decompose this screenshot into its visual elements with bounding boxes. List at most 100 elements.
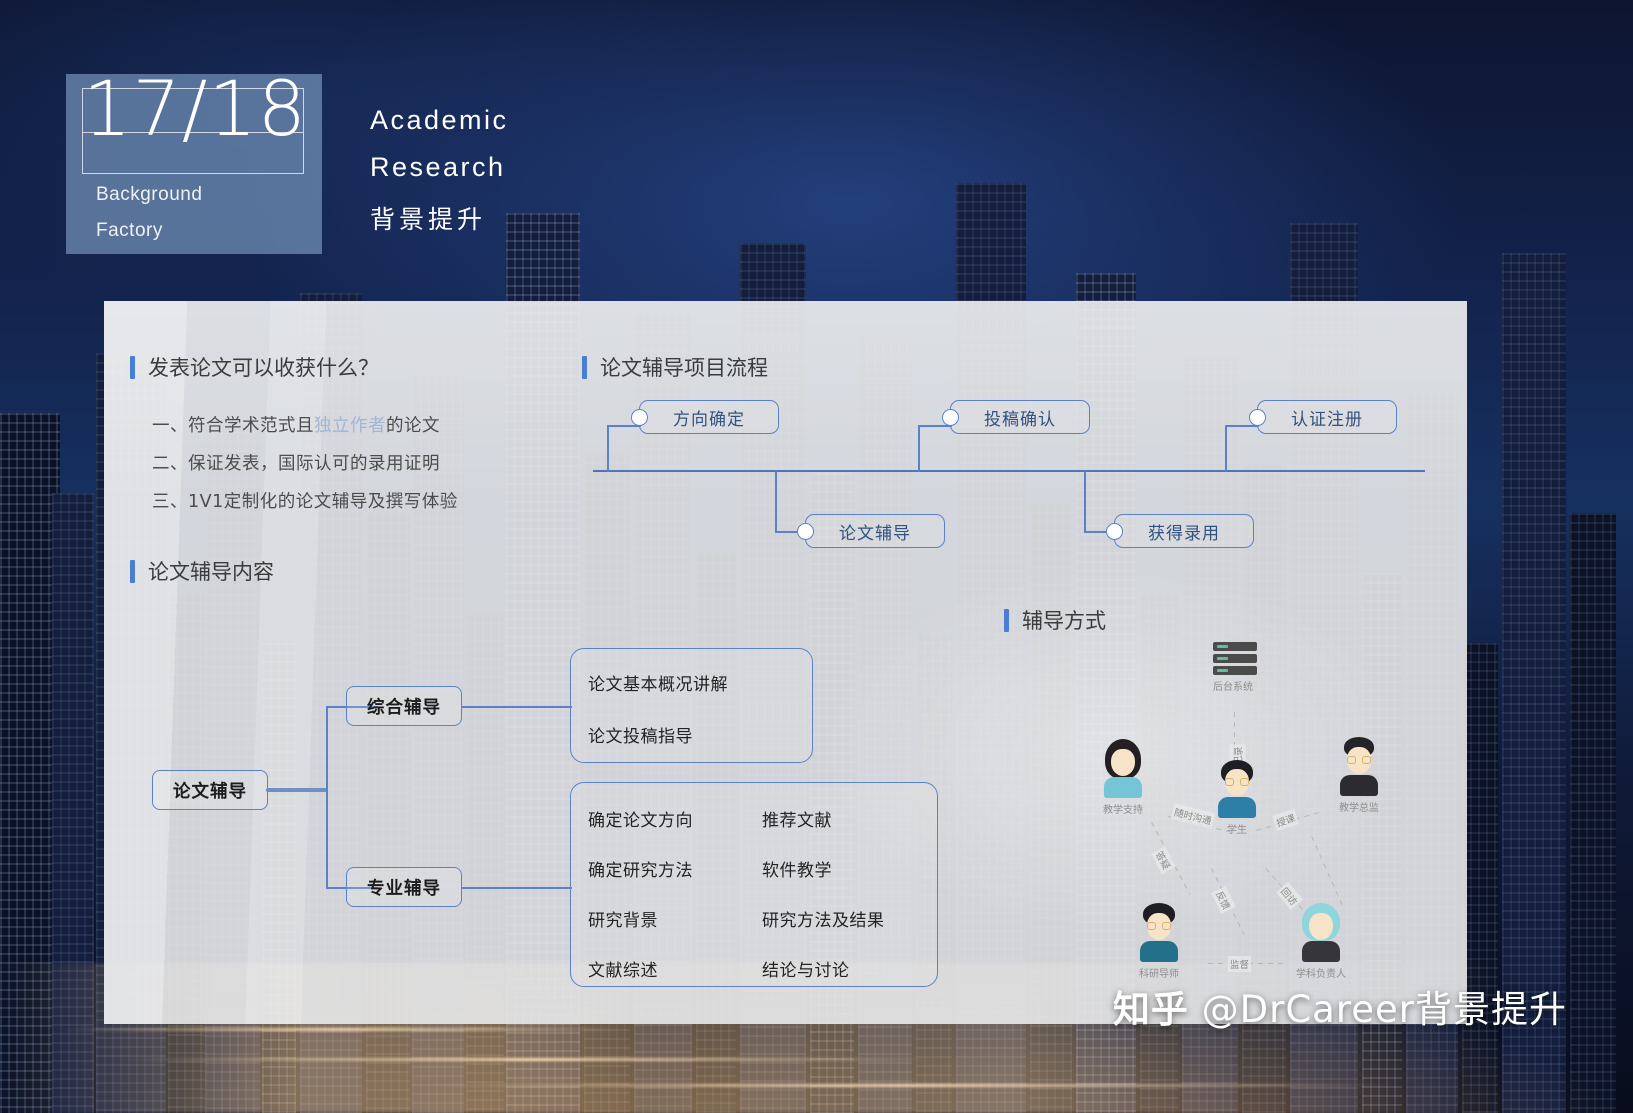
- flow-connector: [775, 471, 777, 532]
- avatar-body: [1104, 777, 1142, 798]
- mindmap-item: 推荐文献: [762, 811, 832, 831]
- server-icon: 后台系统: [1213, 642, 1257, 693]
- avatar-glasses: [1225, 778, 1234, 786]
- flow-node-5[interactable]: 获得录用: [1114, 514, 1254, 548]
- bullet-suffix: 的论文: [386, 416, 440, 436]
- mindmap-spine: [326, 706, 328, 888]
- streak-line: [120, 1058, 940, 1061]
- mindmap-section-heading: 论文辅导内容: [130, 556, 274, 586]
- person-label: 学生: [1227, 825, 1247, 836]
- flow-section-heading: 论文辅导项目流程: [582, 352, 768, 382]
- bullet-highlight: 独立作者: [314, 416, 386, 436]
- avatar: [1097, 738, 1149, 798]
- mindmap-item: 论文基本概况讲解: [588, 675, 728, 695]
- page-number-frame: 17/18: [82, 71, 306, 174]
- header-chinese-title: 背景提升: [370, 205, 487, 234]
- mindmap-branch-2-label: 专业辅导: [367, 878, 441, 899]
- mindmap-item: 软件教学: [762, 861, 832, 881]
- person-label: 教学支持: [1103, 805, 1143, 816]
- mindmap-connector: [266, 788, 328, 792]
- heading-bar-icon: [582, 355, 587, 379]
- person-label: 教学总监: [1339, 803, 1379, 814]
- flow-connector: [1084, 471, 1086, 532]
- card-subtitle-line2: Factory: [96, 220, 163, 241]
- flow-node-1-label: 方向确定: [673, 409, 745, 430]
- mindmap-item: 结论与讨论: [762, 961, 850, 981]
- heading-bar-icon: [130, 355, 135, 379]
- person-label: 学科负责人: [1296, 969, 1346, 980]
- person-subject-head: 学科负责人: [1278, 902, 1364, 980]
- streak-line: [420, 1084, 1400, 1087]
- people-network-diagram: 后台系统 记录 随时沟通 授课 答疑 反馈 回访 监督 学生 教学支持 教学总监…: [1060, 630, 1410, 1000]
- avatar: [1333, 736, 1385, 796]
- slide-stage: 17/18 Background Factory Academic Resear…: [0, 0, 1633, 1113]
- watermark-logo: 知乎: [1112, 988, 1189, 1031]
- card-subtitle-line1: Background: [96, 184, 203, 205]
- flow-node-4[interactable]: 论文辅导: [805, 514, 945, 548]
- person-teaching-support: 教学支持: [1080, 738, 1166, 816]
- list-item: 一、符合学术范式且独立作者的论文: [152, 412, 458, 437]
- flow-diagram: 方向确定 投稿确认 认证注册 论文辅导 获得录用: [585, 390, 1430, 565]
- mindmap-connector: [462, 706, 572, 708]
- flow-node-5-label: 获得录用: [1148, 523, 1220, 544]
- avatar-body: [1140, 941, 1178, 962]
- mindmap-branch-2[interactable]: 专业辅导: [346, 867, 462, 907]
- network-edge: [1311, 836, 1344, 908]
- flow-node-5-dot: [1106, 523, 1123, 540]
- avatar: [1295, 902, 1347, 962]
- avatar-face: [1309, 913, 1333, 940]
- flow-node-3-label: 认证注册: [1291, 409, 1363, 430]
- server-label: 后台系统: [1213, 682, 1253, 693]
- mindmap-heading-text: 论文辅导内容: [148, 560, 274, 584]
- avatar-body: [1340, 775, 1378, 796]
- avatar-body: [1302, 941, 1340, 962]
- list-item: 三、1V1定制化的论文辅导及撰写体验: [152, 492, 458, 512]
- mindmap-root-label: 论文辅导: [173, 781, 247, 802]
- server-bar: [1213, 642, 1257, 651]
- avatar-face: [1111, 749, 1135, 776]
- flow-connector: [1225, 426, 1227, 472]
- person-research-mentor: 科研导师: [1116, 902, 1202, 980]
- mindmap-root[interactable]: 论文辅导: [152, 770, 268, 810]
- watermark-handle: @DrCareer背景提升: [1201, 988, 1567, 1031]
- list-item: 二、保证发表，国际认可的录用证明: [152, 454, 440, 474]
- avatar-glasses: [1147, 922, 1156, 930]
- mindmap-diagram: 论文辅导 综合辅导 专业辅导 论文基本概况讲解 论文投稿指导 确定论文方向 确定…: [130, 630, 960, 1000]
- flow-heading-text: 论文辅导项目流程: [600, 356, 768, 380]
- server-bar: [1213, 666, 1257, 675]
- mindmap-item: 研究背景: [588, 911, 658, 931]
- avatar-glasses: [1347, 756, 1356, 764]
- mindmap-branch-1[interactable]: 综合辅导: [346, 686, 462, 726]
- mindmap-connector: [462, 887, 572, 889]
- mindmap-item: 研究方法及结果: [762, 911, 885, 931]
- mindmap-item: 确定研究方法: [588, 861, 693, 881]
- flow-node-2-dot: [942, 409, 959, 426]
- mindmap-branch-1-label: 综合辅导: [367, 697, 441, 718]
- page-number-card: 17/18 Background Factory: [66, 71, 322, 254]
- edge-label: 答疑: [1151, 846, 1176, 874]
- watermark: 知乎 @DrCareer背景提升: [1113, 979, 1567, 1033]
- flow-node-2[interactable]: 投稿确认: [950, 400, 1090, 434]
- flow-node-4-dot: [797, 523, 814, 540]
- mindmap-item: 论文投稿指导: [588, 727, 693, 747]
- server-bar: [1213, 654, 1257, 663]
- person-student: 学生: [1194, 758, 1280, 836]
- avatar-glasses: [1362, 756, 1371, 764]
- streak-line: [60, 1028, 620, 1031]
- header-english-line2: Research: [370, 152, 506, 182]
- flow-node-3-dot: [1249, 409, 1266, 426]
- avatar: [1211, 758, 1263, 818]
- flow-node-3[interactable]: 认证注册: [1257, 400, 1397, 434]
- left-section-heading: 发表论文可以收获什么？: [130, 352, 379, 382]
- avatar-glasses: [1162, 922, 1171, 930]
- flow-node-2-label: 投稿确认: [984, 409, 1056, 430]
- person-label: 科研导师: [1139, 969, 1179, 980]
- flow-axis-line: [593, 470, 1425, 472]
- flow-node-1-dot: [631, 409, 648, 426]
- flow-node-1[interactable]: 方向确定: [639, 400, 779, 434]
- avatar: [1133, 902, 1185, 962]
- edge-label: 监督: [1228, 956, 1252, 972]
- mindmap-item: 确定论文方向: [588, 811, 693, 831]
- left-heading-text: 发表论文可以收获什么？: [148, 356, 379, 380]
- flow-connector: [918, 426, 920, 472]
